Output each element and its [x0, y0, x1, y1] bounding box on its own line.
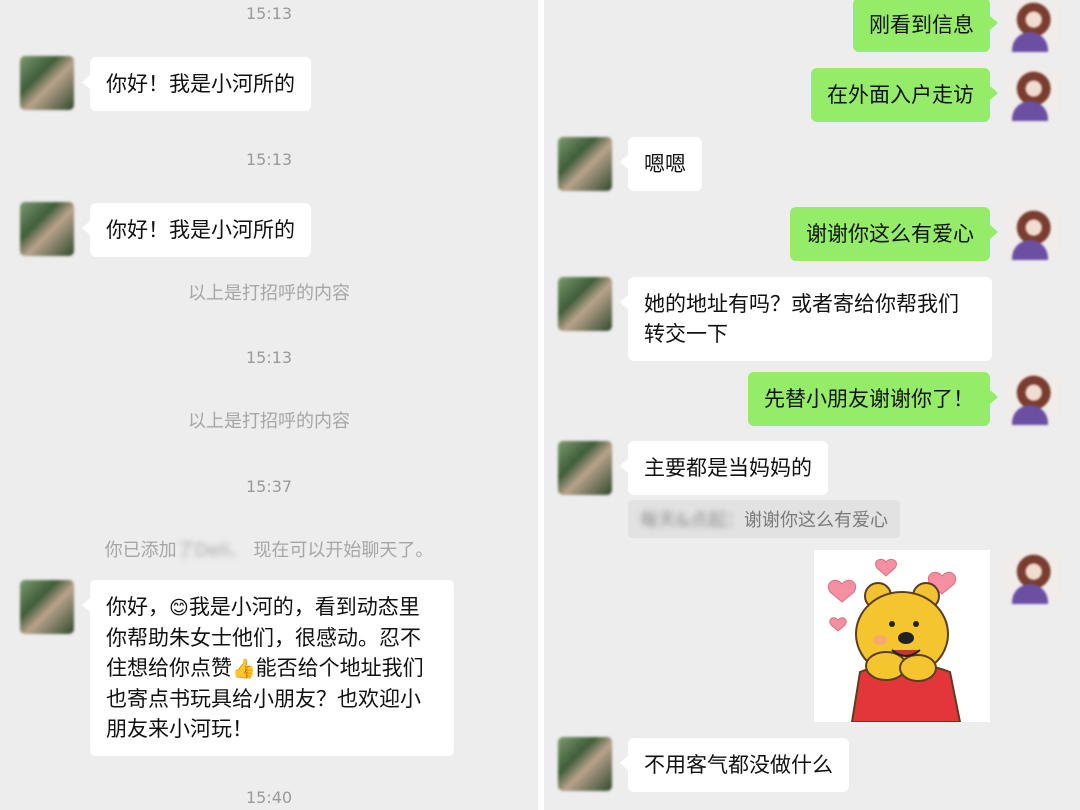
avatar[interactable]	[558, 737, 612, 791]
system-message: 以上是打招呼的内容	[188, 283, 350, 304]
timestamp: 15:13	[245, 348, 293, 367]
avatar[interactable]	[1004, 0, 1058, 52]
message-bubble[interactable]: 主要都是当妈妈的	[620, 441, 828, 495]
message-bubble[interactable]: 刚看到信息	[853, 0, 998, 52]
avatar[interactable]	[20, 202, 74, 256]
message-bubble[interactable]: 不用客气都没做什么	[620, 738, 849, 792]
message-bubble[interactable]: 先替小朋友谢谢你了！	[748, 372, 998, 426]
quote-text: 谢谢你这么有爱心	[744, 510, 889, 531]
sticker-image[interactable]	[814, 550, 990, 723]
chat-panel-right: 刚看到信息 在外面入户走访 嗯嗯 谢谢你这么有爱心 她的地址有吗？或者寄给你帮我…	[544, 0, 1080, 810]
message-text: 她的地址有吗？或者寄给你帮我们	[644, 292, 959, 316]
avatar[interactable]	[1004, 550, 1058, 604]
timestamp: 15:37	[245, 477, 293, 496]
avatar[interactable]	[1004, 67, 1058, 121]
system-message: 以上是打招呼的内容	[188, 411, 350, 432]
message-text: 也寄点书玩具给小朋友？也欢迎小	[106, 687, 421, 711]
contact-name: 了Deli、	[176, 540, 248, 561]
avatar[interactable]	[558, 441, 612, 495]
notice-prefix: 你已添加	[104, 540, 177, 561]
quoted-reply[interactable]: 每天&点起：谢谢你这么有爱心	[628, 500, 901, 538]
message-bubble[interactable]: 谢谢你这么有爱心	[790, 207, 998, 261]
chat-panel-left: 15:13 你好！我是小河所的 15:13 你好！我是小河所的 以上是打招呼的内…	[0, 0, 538, 810]
avatar[interactable]	[1004, 206, 1058, 260]
message-text: 住想给你点赞	[106, 656, 232, 680]
timestamp: 15:40	[245, 788, 293, 807]
smile-emoji-icon: 😊	[169, 597, 189, 619]
message-text: 我是小河的，看到动态里	[188, 595, 420, 619]
quote-sender: 每天&点起：	[640, 510, 745, 531]
message-bubble[interactable]: 你好！我是小河所的	[82, 57, 311, 111]
avatar[interactable]	[20, 580, 74, 634]
message-bubble[interactable]: 在外面入户走访	[811, 68, 998, 122]
message-bubble[interactable]: 你好！我是小河所的	[82, 203, 311, 257]
message-text: 能否给个地址我们	[255, 656, 424, 680]
avatar[interactable]	[1004, 371, 1058, 425]
avatar[interactable]	[20, 56, 74, 110]
avatar[interactable]	[558, 137, 612, 191]
message-bubble[interactable]: 嗯嗯	[620, 137, 702, 191]
message-text: 朋友来小河玩！	[106, 717, 253, 741]
friend-added-notice: 你已添加了Deli、 现在可以开始聊天了。	[0, 536, 538, 562]
notice-suffix: 现在可以开始聊天了。	[253, 540, 434, 561]
message-bubble[interactable]: 你好，😊我是小河的，看到动态里 你帮助朱女士他们，很感动。忍不 住想给你点赞👍能…	[82, 580, 454, 756]
message-text: 你好，	[106, 595, 169, 619]
message-bubble[interactable]: 她的地址有吗？或者寄给你帮我们 转交一下	[620, 277, 992, 361]
message-text: 你帮助朱女士他们，很感动。忍不	[106, 626, 421, 650]
message-text: 转交一下	[644, 322, 728, 346]
thumbs-up-emoji-icon: 👍	[232, 658, 256, 680]
winnie-the-pooh-sticker-icon	[828, 558, 962, 723]
avatar[interactable]	[558, 277, 612, 331]
timestamp: 15:13	[245, 4, 293, 23]
timestamp: 15:13	[245, 150, 293, 169]
